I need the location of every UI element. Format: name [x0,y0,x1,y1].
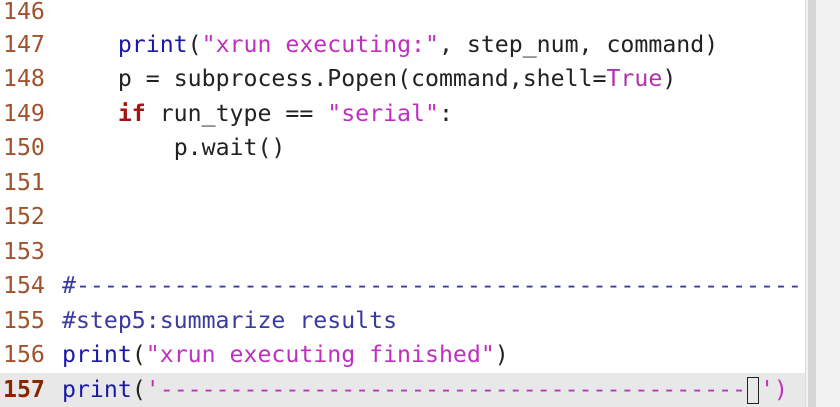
line-number: 149 [3,99,45,127]
code-line[interactable]: 151 [0,166,805,201]
comment-token: #---------------------------------------… [62,272,840,299]
paren-token: ) [662,65,677,92]
code-line[interactable]: 155 #step5:summarize results [0,304,805,339]
line-number: 157 [3,375,45,403]
args-token: , step_num, command) [438,30,719,58]
string-token: "serial" [327,99,439,127]
function-token: print [62,375,132,403]
paren-token: ( [131,375,146,403]
code-line[interactable]: 149 if run_type == "serial": [0,97,805,132]
call-token: subprocess.Popen [173,65,398,92]
code-line[interactable]: 156 print("xrun executing finished") [0,338,805,373]
code-text: print("xrun executing:", step_num, comma… [62,28,718,63]
code-line[interactable]: 153 [0,235,805,270]
line-number: 155 [3,306,45,334]
condition-token: run_type == [145,99,328,127]
function-token: print [62,341,132,368]
constant-token: True [606,65,663,92]
paren-token: ( [187,30,202,58]
code-editor[interactable]: 146 147 print("xrun executing:", step_nu… [0,0,840,407]
function-token: print [117,30,188,58]
code-text: p = subprocess.Popen(command,shell=True) [62,62,676,97]
assign-token: p = [117,65,174,92]
string-token: '---------------------------------------… [145,375,747,403]
line-number: 146 [3,0,45,25]
code-line[interactable]: 152 [0,200,805,235]
comment-token: #step5:summarize results [62,306,398,334]
args-token: (command,shell= [397,65,607,92]
paren-token: ) [494,341,509,368]
string-end-token: ') [760,375,788,403]
code-line[interactable]: 146 [0,0,805,30]
code-text: print('---------------------------------… [62,373,788,407]
code-text: print("xrun executing finished") [62,338,509,373]
line-number: 150 [3,134,45,161]
code-text: if run_type == "serial": [62,97,453,132]
line-number: 154 [3,272,45,299]
code-line[interactable]: 154 #-----------------------------------… [0,269,840,304]
line-number: 151 [3,168,45,196]
colon-token: : [438,99,453,127]
vertical-scrollbar[interactable] [805,0,840,407]
line-number: 152 [3,203,45,230]
scrollbar-thumb[interactable] [808,0,816,407]
string-token: "xrun executing finished" [145,341,495,368]
statement-token: p.wait() [173,134,286,161]
line-number: 147 [3,30,45,58]
text-cursor [747,376,760,404]
paren-token: ( [131,341,146,368]
code-line[interactable]: 150 p.wait() [0,131,805,166]
code-text: #---------------------------------------… [62,269,840,304]
string-token: "xrun executing:" [201,30,439,58]
current-code-line[interactable]: 157 print('-----------------------------… [0,372,805,407]
keyword-token: if [117,99,146,127]
code-line[interactable]: 148 p = subprocess.Popen(command,shell=T… [0,62,805,97]
code-text: p.wait() [62,131,286,166]
line-number: 156 [3,341,45,368]
code-line[interactable]: 147 print("xrun executing:", step_num, c… [0,28,805,63]
line-number: 153 [3,237,45,265]
code-text: #step5:summarize results [62,304,397,339]
line-number: 148 [3,65,45,92]
